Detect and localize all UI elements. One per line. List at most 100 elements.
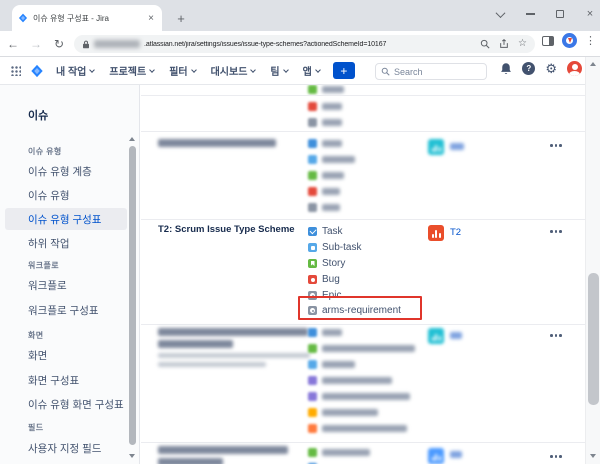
redacted-text [322, 345, 415, 352]
row-actions-menu[interactable] [546, 226, 566, 237]
notifications-bell-icon[interactable] [500, 62, 512, 75]
bug-icon [308, 275, 317, 284]
sidebar-item-custom-fields[interactable]: 사용자 지정 필드 [5, 437, 127, 459]
new-tab-button[interactable]: + [172, 9, 190, 27]
browser-window: 이슈 유형 구성표 - Jira × + × ← → ↻ .atlassian.… [0, 0, 600, 464]
chevron-down-icon [191, 67, 197, 73]
scroll-down-icon[interactable] [590, 454, 596, 458]
sidebar-item-screen-schemes[interactable]: 화면 구성표 [5, 369, 127, 391]
scroll-up-icon[interactable] [590, 62, 596, 66]
browser-tab[interactable]: 이슈 유형 구성표 - Jira × [12, 5, 162, 31]
forward-button[interactable]: → [26, 34, 46, 54]
search-input[interactable] [394, 67, 474, 77]
back-button[interactable]: ← [3, 34, 23, 54]
redacted-project-avatar [428, 139, 444, 155]
redacted-issue-type [308, 102, 317, 111]
issue-type-schemes-list: T2: Scrum Issue Type Scheme Task Sub-tas… [141, 85, 585, 464]
tab-close-icon[interactable]: × [146, 13, 156, 24]
redacted-project-avatar [428, 328, 444, 344]
story-icon [308, 259, 317, 268]
window-close-button[interactable]: × [584, 8, 596, 20]
scheme-name: T2: Scrum Issue Type Scheme [158, 224, 295, 235]
side-panel-icon[interactable] [542, 36, 554, 46]
scroll-down-icon[interactable] [129, 454, 135, 458]
chevron-down-icon [283, 67, 289, 73]
scroll-up-icon[interactable] [129, 137, 135, 141]
sidebar-scrollbar[interactable] [128, 133, 137, 464]
settings-gear-icon[interactable]: ⚙ [545, 62, 557, 75]
sidebar-scrollbar-thumb[interactable] [129, 146, 136, 445]
chevron-down-icon [90, 67, 96, 73]
row-actions-menu[interactable] [546, 451, 566, 462]
app-switcher-icon[interactable] [10, 65, 21, 76]
help-icon[interactable]: ? [522, 62, 535, 75]
nav-my-work[interactable]: 내 작업 [56, 63, 94, 78]
jira-logo[interactable] [30, 64, 44, 78]
window-minimize-button[interactable] [524, 8, 536, 20]
redacted-text [322, 449, 370, 456]
redacted-issue-type [308, 155, 317, 164]
row-actions-menu[interactable] [546, 330, 566, 341]
redacted-scheme-name [158, 139, 276, 147]
section-workflows-label: 워크플로 [28, 260, 59, 271]
nav-teams[interactable]: 팀 [270, 63, 287, 78]
tab-search-chevron-icon[interactable] [494, 8, 506, 20]
page-scrollbar-thumb[interactable] [588, 273, 599, 405]
project-avatar-t2[interactable] [428, 225, 444, 241]
sidebar-item-issue-types[interactable]: 이슈 유형 [5, 184, 127, 206]
redacted-project-link [450, 143, 464, 150]
redacted-issue-type [308, 408, 317, 417]
issue-type-story: Story [308, 258, 345, 269]
share-icon[interactable] [499, 39, 509, 49]
redacted-text [322, 425, 407, 432]
project-link-t2[interactable]: T2 [450, 227, 461, 238]
redacted-issue-type [308, 448, 317, 457]
page-zoom-icon[interactable] [480, 39, 490, 49]
nav-projects[interactable]: 프로젝트 [109, 63, 154, 78]
create-button[interactable]: + [333, 62, 355, 79]
redacted-project-avatar [428, 448, 444, 464]
redacted-issue-type [308, 203, 317, 212]
row-divider [141, 95, 585, 96]
sidebar-item-issue-type-screen-schemes[interactable]: 이슈 유형 화면 구성표 [5, 393, 127, 415]
sidebar-item-screens[interactable]: 화면 [5, 344, 127, 366]
nav-dashboards[interactable]: 대시보드 [211, 63, 256, 78]
redacted-text [322, 393, 410, 400]
address-bar[interactable]: .atlassian.net/jira/settings/issues/issu… [74, 35, 535, 53]
section-screens-label: 화면 [28, 330, 44, 341]
redacted-issue-type [308, 392, 317, 401]
sidebar-item-sub-tasks[interactable]: 하위 작업 [5, 232, 127, 254]
row-actions-menu[interactable] [546, 140, 566, 151]
sidebar-item-workflows[interactable]: 워크플로 [5, 274, 127, 296]
sidebar-item-workflow-schemes[interactable]: 워크플로 구성표 [5, 299, 127, 321]
redacted-text [322, 140, 342, 147]
row-divider [141, 324, 585, 325]
sidebar-item-issue-type-schemes[interactable]: 이슈 유형 구성표 [5, 208, 127, 230]
redacted-issue-type [308, 328, 317, 337]
redacted-issue-type [308, 344, 317, 353]
tab-title: 이슈 유형 구성표 - Jira [33, 13, 141, 24]
sidebar-item-issue-type-hierarchy[interactable]: 이슈 유형 계층 [5, 160, 127, 182]
search-box[interactable] [375, 63, 487, 80]
page-scrollbar[interactable] [585, 57, 600, 464]
redacted-issue-type [308, 376, 317, 385]
redacted-scheme-name [158, 340, 233, 348]
nav-filters[interactable]: 필터 [169, 63, 195, 78]
browser-profile-avatar[interactable] [562, 33, 577, 48]
user-avatar[interactable] [567, 61, 582, 76]
bookmark-star-icon[interactable]: ☆ [518, 39, 527, 49]
redacted-issue-type [308, 187, 317, 196]
redacted-text [322, 119, 342, 126]
chevron-down-icon [315, 67, 321, 73]
window-maximize-button[interactable] [554, 8, 566, 20]
nav-apps[interactable]: 앱 [303, 63, 320, 78]
row-divider [141, 131, 585, 132]
redacted-site-domain [94, 40, 140, 48]
redacted-text [322, 377, 392, 384]
browser-menu-icon[interactable]: ⋮ [585, 34, 596, 47]
redacted-text [322, 86, 344, 93]
chevron-down-icon [149, 67, 155, 73]
reload-button[interactable]: ↻ [49, 34, 69, 54]
redacted-scheme-name [158, 458, 223, 464]
subtask-icon [308, 243, 317, 252]
